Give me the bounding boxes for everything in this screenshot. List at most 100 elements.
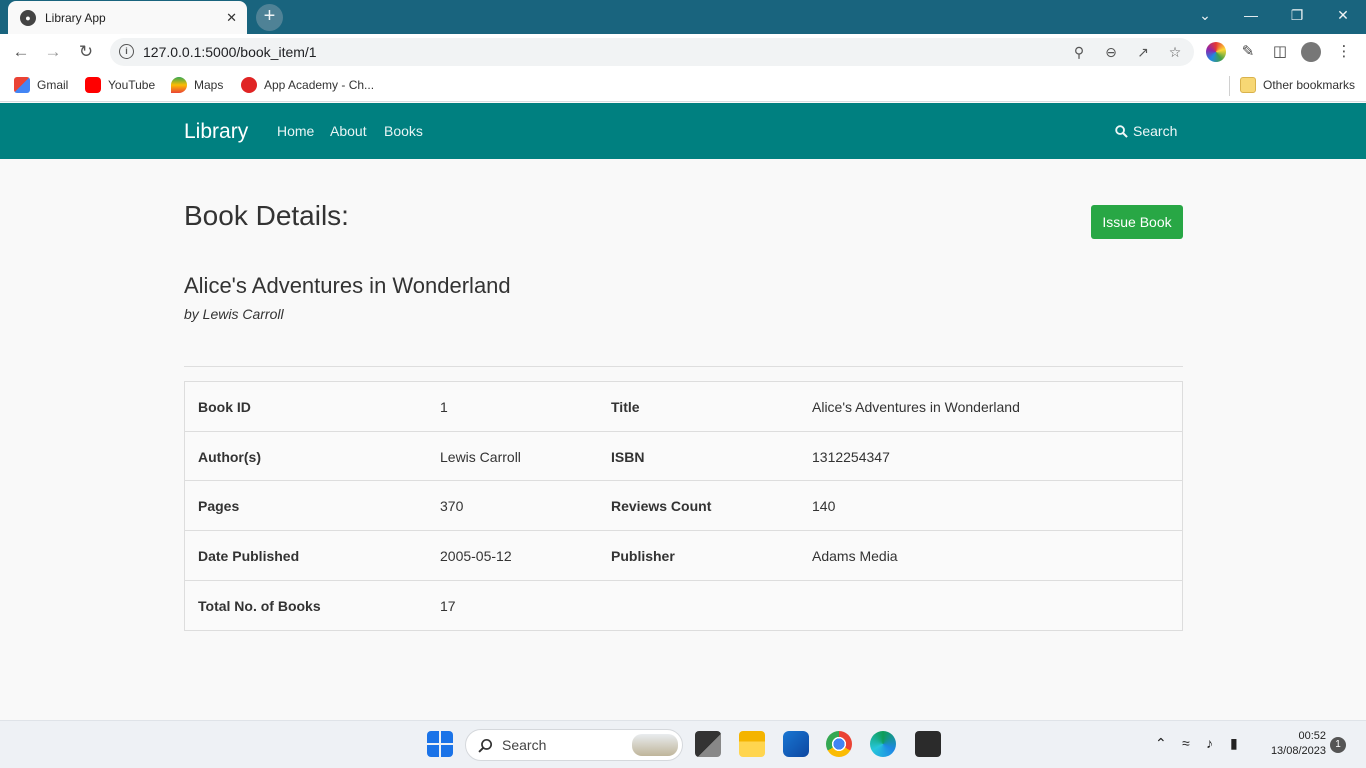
detail-label: Date Published [198, 548, 300, 565]
bookmark-gmail[interactable]: Gmail [14, 77, 68, 93]
color-extension-icon[interactable] [1206, 42, 1226, 62]
taskbar-clock[interactable]: 00:52 13/08/2023 [1258, 729, 1326, 759]
table-row: Date Published 2005-05-12 Publisher Adam… [185, 531, 1182, 581]
detail-value: 2005-05-12 [440, 548, 512, 565]
task-view-icon[interactable] [695, 731, 721, 757]
folder-icon [1240, 77, 1256, 93]
search-icon [1115, 124, 1128, 138]
gmail-icon [14, 77, 30, 93]
browser-tab-strip: ● Library App ✕ + ⌄ — ❐ ✕ [0, 0, 1366, 34]
address-bar[interactable]: i 127.0.0.1:5000/book_item/1 ⚲ ⊖ ↗ ☆ [110, 38, 1194, 66]
globe-icon: ● [20, 9, 36, 26]
clock-time: 00:52 [1298, 730, 1326, 742]
browser-tab[interactable]: ● Library App ✕ [8, 1, 247, 34]
nav-link-books[interactable]: Books [384, 103, 423, 159]
new-tab-button[interactable]: + [256, 4, 283, 31]
terminal-icon[interactable] [915, 731, 941, 757]
detail-value: Adams Media [812, 548, 898, 565]
zoom-out-icon[interactable]: ⊖ [1099, 40, 1123, 64]
chrome-icon[interactable] [826, 731, 852, 757]
detail-label: ISBN [611, 448, 645, 465]
clock-date: 13/08/2023 [1270, 745, 1326, 757]
other-bookmarks-label: Other bookmarks [1263, 78, 1356, 92]
taskbar-search-label: Search [502, 737, 547, 753]
profile-avatar[interactable] [1301, 42, 1321, 62]
file-explorer-icon[interactable] [739, 731, 765, 757]
book-details-table: Book ID 1 Title Alice's Adventures in Wo… [184, 381, 1183, 632]
search-highlight-image [632, 734, 678, 756]
detail-value: Lewis Carroll [440, 448, 521, 465]
other-bookmarks[interactable]: Other bookmarks [1240, 77, 1355, 93]
tab-search-chevron-icon[interactable]: ⌄ [1190, 4, 1220, 26]
wifi-icon[interactable]: ≈ [1182, 735, 1190, 751]
menu-kebab-icon[interactable]: ⋮ [1334, 42, 1354, 62]
table-row: Book ID 1 Title Alice's Adventures in Wo… [185, 382, 1182, 432]
nav-link-about[interactable]: About [330, 103, 367, 159]
book-title: Alice's Adventures in Wonderland [184, 273, 511, 298]
tab-title: Library App [45, 10, 106, 25]
detail-value: 1312254347 [812, 448, 890, 465]
taskbar: Search ⌃ ≈ ♪ ▮ 00:52 13/08/2023 1 [0, 720, 1366, 768]
youtube-icon [85, 77, 101, 93]
detail-label: Author(s) [198, 448, 261, 465]
detail-value: Alice's Adventures in Wonderland [812, 399, 1020, 415]
detail-label: Reviews Count [611, 498, 712, 515]
microsoft-store-icon[interactable] [783, 731, 809, 757]
share-icon[interactable]: ↗ [1131, 40, 1155, 64]
bookmark-app-academy[interactable]: App Academy - Ch... [241, 77, 374, 93]
site-navbar: Library Home About Books Search [0, 103, 1366, 159]
notification-badge[interactable]: 1 [1330, 737, 1346, 753]
back-button[interactable]: ← [8, 39, 34, 65]
restore-button[interactable]: ❐ [1282, 4, 1312, 26]
extensions-puzzle-icon[interactable]: ✎ [1238, 42, 1258, 62]
browser-toolbar: ← → ↻ i 127.0.0.1:5000/book_item/1 ⚲ ⊖ ↗… [0, 34, 1366, 70]
close-window-button[interactable]: ✕ [1328, 4, 1358, 26]
edge-icon[interactable] [870, 731, 896, 757]
detail-label: Title [611, 399, 640, 415]
bookmark-label: YouTube [108, 78, 156, 92]
table-row: Total No. of Books 17 [185, 581, 1182, 631]
book-author: by Lewis Carroll [184, 306, 284, 322]
detail-label: Book ID [198, 399, 251, 415]
bookmark-star-icon[interactable]: ☆ [1163, 40, 1187, 64]
bookmark-youtube[interactable]: YouTube [85, 77, 155, 93]
detail-value: 370 [440, 498, 464, 515]
nav-link-home[interactable]: Home [277, 103, 314, 159]
bookmarks-divider [1229, 76, 1230, 96]
detail-value: 17 [440, 597, 456, 614]
table-row: Pages 370 Reviews Count 140 [185, 481, 1182, 532]
detail-value: 140 [812, 498, 836, 515]
issue-book-button[interactable]: Issue Book [1091, 205, 1183, 239]
detail-label: Total No. of Books [198, 597, 321, 614]
table-row: Author(s) Lewis Carroll ISBN 1312254347 [185, 432, 1182, 482]
battery-icon[interactable]: ▮ [1230, 735, 1238, 752]
url-text[interactable]: 127.0.0.1:5000/book_item/1 [143, 38, 317, 66]
reload-button[interactable]: ↻ [73, 39, 99, 65]
nav-search-link[interactable]: Search [1115, 103, 1177, 159]
forward-button[interactable]: → [40, 39, 66, 65]
maps-icon [171, 77, 187, 93]
bookmark-label: Maps [194, 78, 224, 92]
search-page-icon[interactable]: ⚲ [1067, 40, 1091, 64]
bookmark-label: App Academy - Ch... [264, 78, 375, 92]
nav-search-label: Search [1133, 123, 1178, 139]
bookmarks-bar: Gmail YouTube Maps App Academy - Ch... O… [0, 70, 1366, 102]
bookmark-label: Gmail [37, 78, 69, 92]
bookmark-maps[interactable]: Maps [171, 77, 223, 93]
taskbar-search-box[interactable]: Search [465, 729, 683, 761]
side-panel-icon[interactable]: ◫ [1270, 42, 1290, 62]
tray-chevron-up-icon[interactable]: ⌃ [1155, 735, 1167, 752]
detail-value: 1 [440, 399, 448, 415]
volume-icon[interactable]: ♪ [1206, 735, 1213, 751]
divider [184, 366, 1183, 367]
navbar-brand[interactable]: Library [184, 103, 248, 161]
detail-label: Pages [198, 498, 240, 515]
start-windows-icon[interactable] [427, 731, 453, 757]
page-title: Book Details: [184, 200, 349, 231]
close-tab-icon[interactable]: ✕ [226, 10, 237, 26]
site-info-icon[interactable]: i [119, 44, 134, 59]
app-academy-icon [241, 77, 257, 93]
detail-label: Publisher [611, 548, 675, 565]
minimize-button[interactable]: — [1236, 4, 1266, 26]
search-icon [478, 738, 493, 753]
